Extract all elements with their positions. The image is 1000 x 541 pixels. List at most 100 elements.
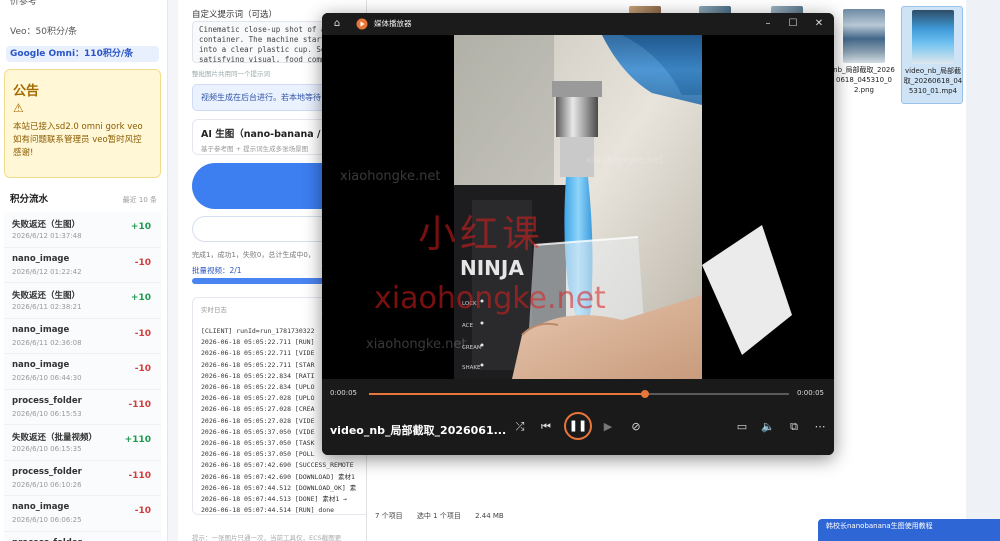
- points-flow-recent: 最近 10 条: [122, 196, 157, 204]
- flow-item-amount: -10: [134, 257, 151, 268]
- flow-item-name: 失败返还（生图）: [12, 291, 81, 301]
- flow-item-amount: +10: [130, 293, 151, 303]
- points-flow-item: nano_image 2026/6/12 01:22:42 -10: [4, 247, 161, 283]
- media-player-window: ⌂ 媒体播放器 – ☐ ✕ NINJA LOCK ACE CREAM SHAKE…: [322, 13, 834, 455]
- log-line: 2026-06-18 05:07:44.513 [DONE] 素材1 →: [201, 495, 348, 504]
- prompt-label: 自定义提示词（可选）: [192, 10, 278, 20]
- player-titlebar: ⌂ 媒体播放器 – ☐ ✕: [322, 13, 834, 35]
- shuffle-icon[interactable]: ⤮: [510, 417, 530, 437]
- prompt-hint: 整批图片共用同一个提示词: [192, 70, 270, 78]
- flow-item-amount: -10: [134, 328, 151, 339]
- volume-icon[interactable]: 🔈: [758, 417, 778, 437]
- seek-bar-fill: [369, 393, 645, 395]
- flow-item-time: 2026/6/10 06:15:53: [12, 409, 82, 418]
- flow-item-amount: -110: [128, 399, 151, 410]
- panel-footer-hint: 提示：一张图片只通一次，当前工具仅，ECS截图更: [192, 534, 342, 541]
- flow-item-amount: +10: [130, 222, 151, 232]
- price-google-omni[interactable]: Google Omni：110积分/条: [6, 46, 159, 62]
- points-flow-item: nano_image 2026/6/10 06:06:25 -10: [4, 496, 161, 532]
- watermark-text: xiaohongke.net: [366, 337, 467, 352]
- player-controls: 0:00:05 0:00:05 video_nb_局部截取_2026061...…: [322, 379, 834, 455]
- flow-item-name: nano_image: [12, 502, 70, 512]
- video-thumbnail: [912, 10, 954, 64]
- play-pause-button[interactable]: ❚❚: [564, 412, 592, 440]
- price-veo: Veo：50积分/条: [10, 27, 77, 37]
- previous-icon[interactable]: ⏮: [536, 417, 556, 437]
- points-flow-title: 积分流水: [10, 194, 49, 205]
- watermark-brand-en: xiaohongke.net: [374, 281, 606, 316]
- flow-item-name: process_folder: [12, 538, 82, 541]
- flow-item-name: process_folder: [12, 466, 82, 477]
- file-name: video_nb_局部截取_20260618_045310_01.mp4: [903, 67, 963, 95]
- svg-text:SHAKE: SHAKE: [462, 365, 481, 371]
- sidebar-header: 价参考: [10, 0, 38, 7]
- player-app-icon: [354, 13, 370, 35]
- flow-item-amount: -10: [134, 506, 151, 516]
- seek-knob[interactable]: [640, 390, 649, 398]
- file-name: nb_局部截取_20260618_045310_02.png: [833, 66, 895, 94]
- sidebar: 价参考 Veo：50积分/条 Google Omni：110积分/条 公告 ⚠ …: [0, 0, 168, 541]
- flow-item-name: nano_image: [12, 253, 70, 264]
- machine-brand: NINJA: [460, 256, 524, 280]
- miniplayer-icon[interactable]: ⧉: [784, 417, 804, 437]
- right-edge-strip: [966, 0, 1000, 541]
- close-icon[interactable]: ✕: [809, 13, 829, 35]
- flow-item-time: 2026/6/11 02:36:08: [12, 338, 82, 347]
- log-line: 2026-06-18 05:07:44.514 [RUN] done: [201, 506, 335, 515]
- notice-text: 本站已接入sd2.0 omni gork veo 如有问题联系管理员 veo暂时…: [13, 122, 143, 158]
- minimize-icon[interactable]: –: [758, 13, 778, 35]
- next-icon[interactable]: ▶: [598, 417, 618, 437]
- flow-item-name: process_folder: [12, 395, 82, 406]
- flow-item-amount: -10: [134, 364, 151, 374]
- notice-title: 公告: [13, 84, 40, 99]
- flow-item-time: 2026/6/12 01:37:48: [12, 232, 82, 240]
- flow-item-time: 2026/6/11 02:38:21: [12, 303, 82, 311]
- subtitles-icon[interactable]: ▭: [732, 417, 752, 437]
- watermark-text-small: xiaohongke.net: [586, 155, 664, 166]
- flow-item-name: nano_image: [12, 360, 70, 370]
- selection-count: 选中 1 个项目: [416, 512, 461, 520]
- flow-item-name: 失败返还（批量视频）: [12, 433, 98, 443]
- home-icon[interactable]: ⌂: [328, 13, 346, 35]
- flow-item-time: 2026/6/10 06:44:30: [12, 374, 82, 382]
- file-item-png[interactable]: nb_局部截取_20260618_045310_02.png: [833, 6, 895, 104]
- flow-item-name: nano_image: [12, 324, 70, 335]
- log-line: 2026-06-18 05:07:44.512 [DOWNLOAD_OK] 素: [201, 483, 357, 492]
- points-flow-item: process_folder2026/6/10 06:02:11-110: [4, 531, 161, 541]
- more-options-icon[interactable]: ⋯: [810, 417, 830, 437]
- log-line: 2026-06-18 05:07:42.690 [SUCCESS_REMOTE: [201, 461, 354, 470]
- file-item-mp4[interactable]: video_nb_局部截取_20260618_045310_01.mp4: [901, 6, 963, 104]
- seek-bar[interactable]: [369, 390, 789, 398]
- watermark-text: xiaohongke.net: [340, 169, 441, 184]
- svg-text:ACE: ACE: [462, 323, 474, 329]
- run-stats: 完成1，成功1，失败0，总计生成中0，: [192, 251, 315, 259]
- flow-item-amount: +110: [124, 435, 151, 445]
- repeat-off-icon[interactable]: ⊘: [626, 417, 646, 437]
- points-flow-item: 失败返还（生图） 2026/6/12 01:37:48 +10: [4, 212, 161, 248]
- log-line: 2026-06-18 05:07:42.690 [DOWNLOAD] 素材1: [201, 472, 355, 481]
- image-thumbnail: [843, 9, 885, 63]
- flow-item-time: 2026/6/10 06:15:35: [12, 445, 82, 453]
- video-scene: NINJA LOCK ACE CREAM SHAKE: [322, 35, 834, 379]
- points-flow-item: nano_image 2026/6/11 02:36:08 -10: [4, 318, 161, 354]
- points-flow-list: 失败返还（生图） 2026/6/12 01:37:48 +10 nano_image 2…: [0, 212, 167, 541]
- tutorial-toast[interactable]: 韩校长nanobanana生图使用教程: [818, 519, 1000, 541]
- flow-item-name: 失败返还（生图）: [12, 220, 81, 230]
- points-flow-item: 失败返还（生图） 2026/6/11 02:38:21 +10: [4, 283, 161, 319]
- batch-video-count: 批量视频：2/1: [192, 266, 242, 275]
- warning-triangle-icon: ⚠: [13, 101, 24, 115]
- points-flow-item: process_folder 2026/6/10 06:10:26 -110: [4, 460, 161, 496]
- flow-item-time: 2026/6/10 06:10:26: [12, 480, 82, 489]
- total-time: 0:00:05: [797, 389, 824, 397]
- item-count: 7 个项目: [375, 512, 403, 520]
- maximize-icon[interactable]: ☐: [783, 13, 803, 35]
- player-title: 媒体播放器: [374, 19, 412, 28]
- flow-item-amount: -110: [128, 470, 151, 481]
- video-frame[interactable]: NINJA LOCK ACE CREAM SHAKE xiaohongke.ne…: [322, 35, 834, 379]
- notice-box: 公告 ⚠ 本站已接入sd2.0 omni gork veo 如有问题联系管理员 …: [4, 69, 161, 178]
- watermark-text-vertical: xiaohongke.net: [322, 257, 324, 350]
- selection-size: 2.44 MB: [475, 512, 504, 520]
- video-filename: video_nb_局部截取_2026061...: [330, 424, 507, 437]
- watermark-brand-cn: 小红课: [418, 212, 545, 256]
- current-time: 0:00:05: [330, 389, 357, 397]
